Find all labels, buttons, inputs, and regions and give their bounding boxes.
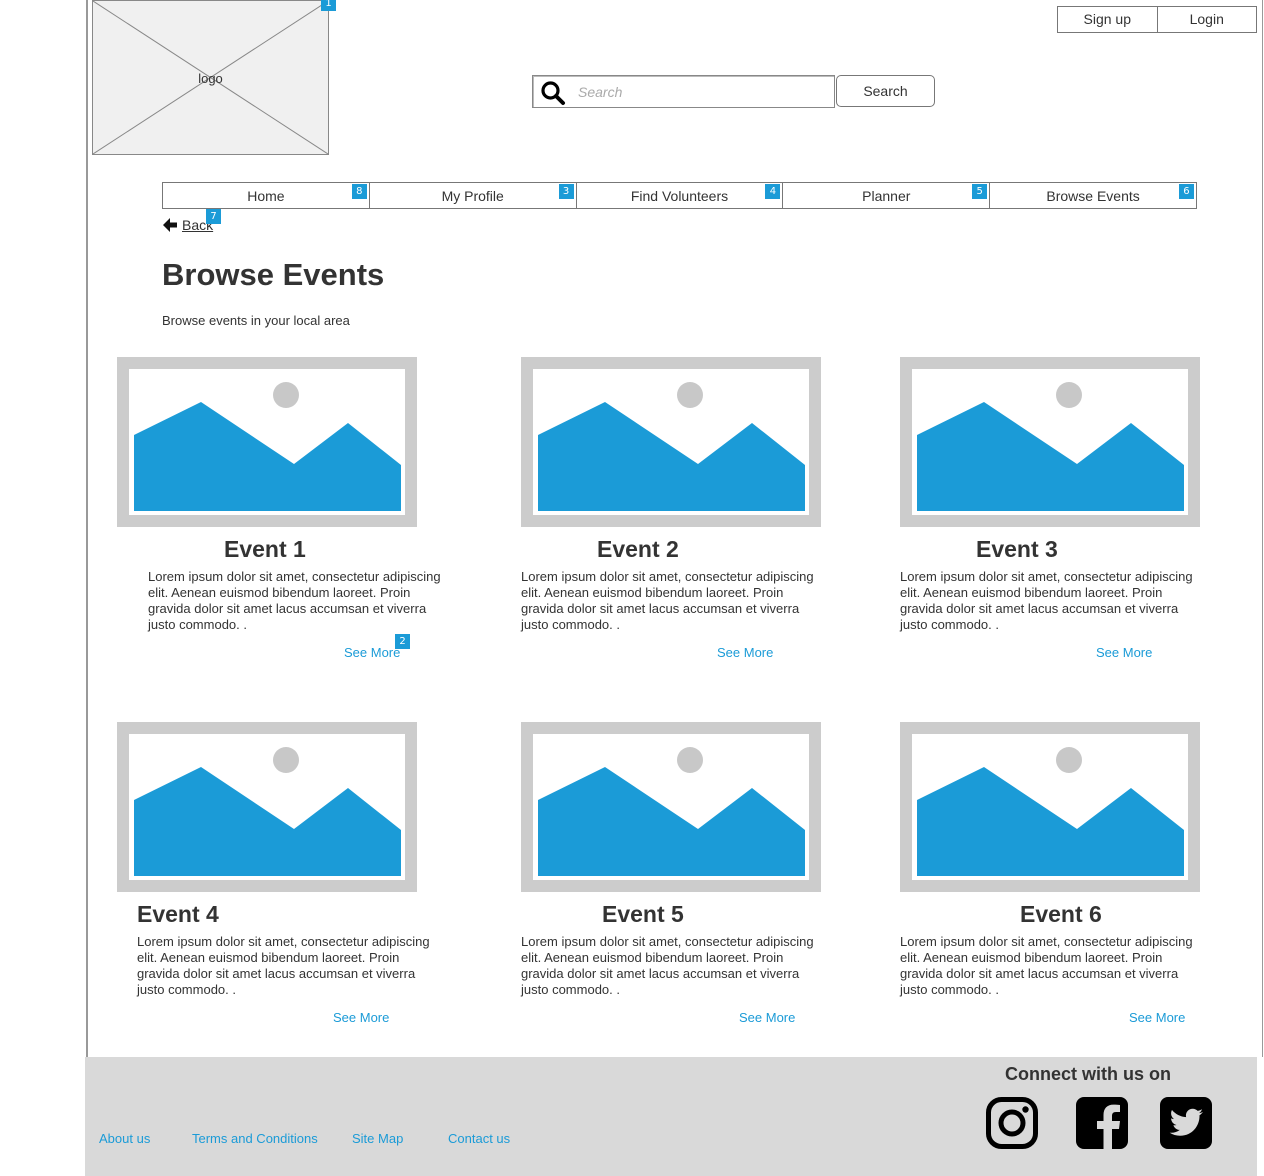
connect-heading: Connect with us on: [1005, 1064, 1171, 1084]
instagram-icon[interactable]: [986, 1097, 1038, 1149]
see-more-link[interactable]: See More: [717, 645, 773, 660]
see-more-link[interactable]: See More: [1096, 645, 1152, 660]
event-title[interactable]: Event 1: [224, 536, 306, 563]
signup-button[interactable]: Sign up: [1058, 7, 1157, 32]
footer-link-terms[interactable]: Terms and Conditions: [192, 1131, 318, 1146]
nav-item-label: Find Volunteers: [630, 188, 729, 204]
annotation-badge: 6: [1178, 184, 1194, 199]
search-icon[interactable]: [540, 80, 566, 106]
twitter-icon[interactable]: [1160, 1097, 1212, 1149]
event-image[interactable]: [900, 722, 1200, 892]
nav-item-my-profile[interactable]: My Profile 3: [368, 183, 576, 208]
search-input[interactable]: [578, 80, 828, 104]
event-description: Lorem ipsum dolor sit amet, consectetur …: [148, 569, 441, 632]
event-image[interactable]: [521, 357, 821, 527]
page-frame-right: [1262, 0, 1263, 1057]
event-image[interactable]: [900, 357, 1200, 527]
annotation-badge: 7: [206, 209, 221, 224]
auth-button-group: Sign up Login: [1057, 6, 1257, 33]
see-more-link[interactable]: See More: [739, 1010, 795, 1025]
footer: About us Terms and Conditions Site Map C…: [85, 1057, 1257, 1176]
nav-item-label: Planner: [862, 188, 911, 204]
logo-placeholder[interactable]: logo: [92, 0, 329, 155]
event-title[interactable]: Event 5: [602, 901, 684, 928]
footer-link-contact-us[interactable]: Contact us: [448, 1131, 510, 1146]
event-description: Lorem ipsum dolor sit amet, consectetur …: [900, 569, 1193, 632]
facebook-icon[interactable]: [1076, 1097, 1128, 1149]
annotation-badge: 8: [351, 184, 367, 199]
nav-item-planner[interactable]: Planner 5: [782, 183, 989, 208]
event-title[interactable]: Event 2: [597, 536, 679, 563]
logo-text: logo: [198, 71, 223, 86]
annotation-badge: 5: [972, 184, 988, 199]
search-box: [532, 75, 835, 108]
see-more-link[interactable]: See More: [333, 1010, 389, 1025]
event-title[interactable]: Event 6: [1020, 901, 1102, 928]
arrow-left-icon: [163, 218, 177, 232]
login-button[interactable]: Login: [1156, 7, 1257, 32]
event-description: Lorem ipsum dolor sit amet, consectetur …: [521, 934, 814, 997]
image-placeholder-icon: [912, 369, 1188, 515]
annotation-badge: 3: [558, 184, 574, 199]
annotation-badge: 4: [765, 184, 781, 199]
image-placeholder-icon: [129, 734, 405, 880]
event-title[interactable]: Event 3: [976, 536, 1058, 563]
page-frame-left: [86, 0, 88, 1057]
event-title[interactable]: Event 4: [137, 901, 219, 928]
page-title: Browse Events: [162, 257, 385, 292]
event-description: Lorem ipsum dolor sit amet, consectetur …: [900, 934, 1193, 997]
nav-item-browse-events[interactable]: Browse Events 6: [989, 183, 1196, 208]
annotation-badge: 1: [321, 0, 336, 11]
see-more-link[interactable]: See More: [1129, 1010, 1185, 1025]
nav-item-label: Home: [247, 188, 285, 204]
event-image[interactable]: [521, 722, 821, 892]
event-image[interactable]: [117, 357, 417, 527]
search-button[interactable]: Search: [836, 75, 935, 107]
page-subtitle: Browse events in your local area: [162, 313, 350, 328]
nav-item-find-volunteers[interactable]: Find Volunteers 4: [575, 183, 783, 208]
event-description: Lorem ipsum dolor sit amet, consectetur …: [137, 934, 430, 997]
image-placeholder-icon: [912, 734, 1188, 880]
main-nav: Home 8 My Profile 3 Find Volunteers 4 Pl…: [162, 182, 1197, 209]
image-placeholder-icon: [533, 369, 809, 515]
nav-item-home[interactable]: Home 8: [163, 183, 369, 208]
nav-item-label: Browse Events: [1046, 188, 1140, 204]
image-placeholder-icon: [129, 369, 405, 515]
nav-item-label: My Profile: [441, 188, 504, 204]
event-image[interactable]: [117, 722, 417, 892]
see-more-link[interactable]: See More: [344, 645, 400, 660]
image-placeholder-icon: [533, 734, 809, 880]
footer-link-site-map[interactable]: Site Map: [352, 1131, 403, 1146]
annotation-badge: 2: [395, 634, 410, 649]
footer-link-about-us[interactable]: About us: [99, 1131, 150, 1146]
event-description: Lorem ipsum dolor sit amet, consectetur …: [521, 569, 814, 632]
